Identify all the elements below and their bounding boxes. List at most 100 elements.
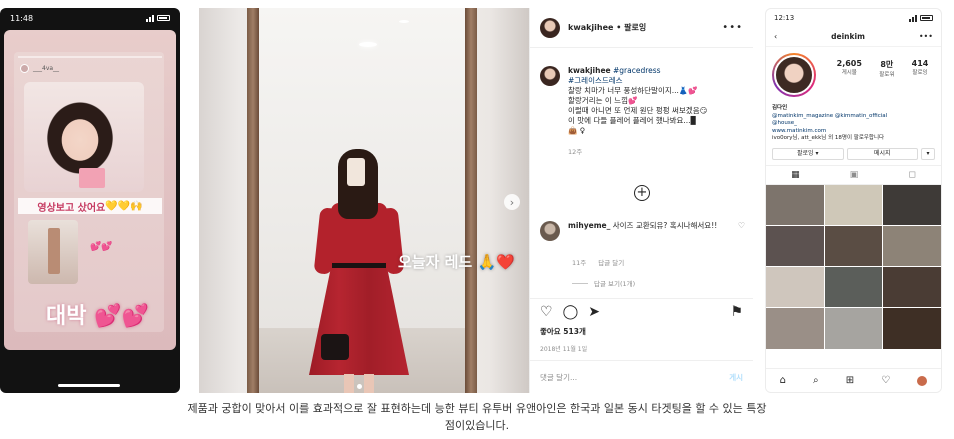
photo-grid: [766, 184, 941, 349]
story-big-text: 대박 💕💕: [46, 304, 149, 329]
followed-by[interactable]: ivo0ory님, att_ekk님 외 18명이 팔로우합니다: [772, 135, 935, 143]
caption-timestamp: 12주: [568, 148, 583, 156]
hashtag-link[interactable]: #그레이스드레스: [568, 76, 623, 85]
more-options-icon[interactable]: •••: [919, 32, 933, 41]
posts-stat[interactable]: 2,605 게시물: [837, 59, 862, 78]
status-icons: [146, 14, 170, 22]
grid-thumbnail[interactable]: [766, 308, 824, 349]
photo-overlay-text: 오늘자 레드 🙏❤️: [398, 253, 515, 271]
comment-text: mihyeme_ 사이즈 교환되유? 혹시나해서요!!: [568, 221, 718, 230]
ceiling-light: [359, 42, 377, 47]
story-card[interactable]: ___4va__ 영상보고 샀어요 💛💛🙌 💕💕 대박 💕💕: [4, 30, 176, 350]
post-caption: kwakjihee #gracedress #그레이스드레스 찰랑 치마가 너무…: [540, 66, 745, 156]
post-date: 2018년 11월 1일: [540, 346, 588, 353]
post-comment-button[interactable]: 게시: [729, 372, 743, 383]
profile-tabs: ▦ ▣ ◻: [766, 164, 941, 185]
back-icon[interactable]: ‹: [774, 32, 777, 41]
bookmark-icon[interactable]: ⚑: [730, 304, 743, 320]
hearts-sticker: 💕💕: [90, 242, 113, 252]
handbag: [321, 334, 349, 360]
product-box: [79, 168, 105, 188]
add-comment-input[interactable]: 댓글 달기...: [540, 372, 577, 383]
carousel-dot: [357, 384, 362, 389]
product-bottle: [28, 220, 78, 284]
comment-icon[interactable]: ◯: [563, 304, 579, 320]
comment-timestamp: 11주: [572, 259, 587, 267]
grid-icon[interactable]: ▦: [791, 170, 800, 180]
grid-thumbnail[interactable]: [824, 308, 883, 349]
profile-avatar[interactable]: [772, 53, 816, 97]
comment-meta: 11주 답글 달기: [572, 257, 624, 267]
bottom-tab-bar: ⌂ ⌕ ⊞ ♡: [766, 368, 941, 392]
chevron-right-icon[interactable]: ›: [504, 194, 520, 210]
profile-username: deinkim: [831, 32, 865, 41]
belt: [332, 263, 386, 268]
load-more-comments-icon[interactable]: +: [634, 185, 650, 201]
profile-phone: 12:13 ‹ deinkim ••• 2,605 게시물 8만 팔로워 414 팔로…: [765, 8, 942, 393]
mirror-frame: [465, 8, 477, 393]
story-progress-bar: [18, 56, 162, 58]
home-icon[interactable]: ⌂: [780, 375, 786, 386]
battery-icon: [920, 15, 933, 21]
post-author[interactable]: kwakjihee • 팔로잉: [568, 22, 646, 33]
avatar: [20, 64, 29, 73]
caption-text: kwakjihee #gracedress #그레이스드레스 찰랑 치마가 너무…: [568, 66, 708, 135]
new-post-icon[interactable]: ⊞: [846, 375, 854, 386]
ceiling-light: [399, 20, 409, 23]
bio-mentions[interactable]: @house_: [772, 120, 935, 128]
share-icon[interactable]: ➤: [588, 304, 600, 320]
status-time: 11:48: [10, 13, 34, 23]
grid-thumbnail[interactable]: [883, 308, 941, 349]
profile-tab-icon[interactable]: [917, 375, 928, 386]
heart-icon[interactable]: ♡: [540, 304, 553, 320]
story-phone: 11:48 ___4va__ 영상보고 샀어요 💛💛🙌 💕💕 대박 💕💕: [0, 8, 180, 393]
hashtag-link[interactable]: #gracedress: [613, 66, 661, 75]
screenshot: 11:48 ___4va__ 영상보고 샀어요 💛💛🙌 💕💕 대박 💕💕 오늘자…: [0, 0, 954, 439]
avatar[interactable]: [540, 66, 560, 86]
grid-thumbnail[interactable]: [824, 225, 883, 266]
post-detail: kwakjihee • 팔로잉 ••• kwakjihee #gracedres…: [529, 8, 753, 393]
grid-thumbnail[interactable]: [883, 225, 941, 266]
search-icon[interactable]: ⌕: [813, 375, 819, 386]
add-comment-bar: 댓글 달기... 게시: [530, 360, 753, 393]
view-replies-link[interactable]: 답글 보기(1개): [572, 278, 635, 288]
article-caption: 제품과 궁합이 맞아서 이를 효과적으로 잘 표현하는데 능한 뷰티 유투버 유…: [187, 402, 767, 432]
signal-icon: [146, 14, 154, 22]
bio-mentions[interactable]: @matinkim_magazine @kimmatin_official: [772, 113, 935, 121]
bio-name: 김다인: [772, 105, 788, 111]
profile-bio: 김다인 @matinkim_magazine @kimmatin_officia…: [766, 105, 941, 143]
bio-url[interactable]: www.matinkim.com: [772, 128, 935, 136]
grid-thumbnail[interactable]: [766, 225, 824, 266]
suggestions-button[interactable]: ▾: [921, 147, 935, 160]
battery-icon: [157, 15, 170, 21]
comment-like-heart-icon[interactable]: ♡: [738, 221, 745, 241]
status-time: 12:13: [774, 14, 795, 22]
followers-stat[interactable]: 8만 팔로워: [879, 59, 894, 78]
signal-icon: [909, 14, 917, 22]
post-actions: ♡ ◯ ➤ ⚑: [530, 298, 753, 324]
avatar[interactable]: [540, 221, 560, 241]
following-button[interactable]: 팔로잉 ▾: [772, 147, 844, 160]
comment-username[interactable]: mihyeme_: [568, 221, 610, 230]
grid-thumbnail[interactable]: [766, 267, 824, 308]
story-user[interactable]: ___4va__: [20, 64, 59, 73]
avatar[interactable]: [540, 17, 560, 38]
post-header: kwakjihee • 팔로잉 •••: [530, 8, 753, 48]
grid-thumbnail[interactable]: [766, 184, 824, 225]
activity-heart-icon[interactable]: ♡: [881, 375, 890, 386]
likes-count[interactable]: 좋아요 513개: [540, 326, 586, 337]
caption-username[interactable]: kwakjihee: [568, 66, 611, 75]
story-username: ___4va__: [33, 65, 60, 72]
message-button[interactable]: 메시지: [846, 147, 918, 160]
more-options-icon[interactable]: •••: [722, 22, 743, 33]
mirror-frame: [247, 8, 259, 393]
grid-thumbnail[interactable]: [883, 267, 941, 308]
grid-thumbnail[interactable]: [824, 267, 883, 308]
tagged-icon[interactable]: ◻: [908, 170, 915, 180]
grid-thumbnail[interactable]: [883, 184, 941, 225]
grid-thumbnail[interactable]: [824, 184, 883, 225]
reply-link[interactable]: 답글 달기: [598, 257, 624, 267]
post-photo: 오늘자 레드 🙏❤️ ›: [199, 8, 529, 393]
following-stat[interactable]: 414 팔로잉: [912, 59, 929, 78]
igtv-icon[interactable]: ▣: [850, 170, 859, 180]
